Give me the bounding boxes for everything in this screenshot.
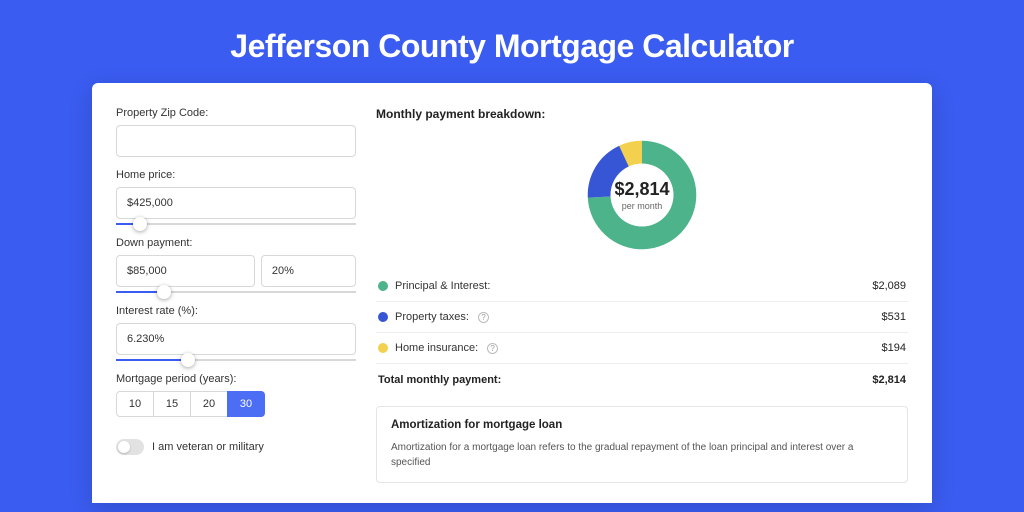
legend-value: $531 [882,311,906,323]
amortization-text: Amortization for a mortgage loan refers … [391,441,893,470]
amortization-card: Amortization for mortgage loan Amortizat… [376,406,908,483]
legend-row: Home insurance:? $194 [376,333,908,364]
down-payment-input[interactable] [116,255,255,287]
zip-label: Property Zip Code: [116,107,356,119]
form-panel: Property Zip Code: Home price: Down paym… [116,107,356,503]
interest-rate-label: Interest rate (%): [116,305,356,317]
slider-thumb[interactable] [157,285,171,299]
zip-input[interactable] [116,125,356,157]
down-payment-pct-input[interactable] [261,255,356,287]
total-label: Total monthly payment: [378,374,501,386]
slider-thumb[interactable] [181,353,195,367]
period-button-30[interactable]: 30 [227,391,265,417]
period-button-10[interactable]: 10 [116,391,154,417]
period-button-15[interactable]: 15 [153,391,191,417]
interest-rate-input[interactable] [116,323,356,355]
page-title: Jefferson County Mortgage Calculator [0,0,1024,83]
legend-label: Property taxes: [395,311,469,323]
home-price-label: Home price: [116,169,356,181]
legend-label: Home insurance: [395,342,478,354]
period-selector: 10152030 [116,391,356,417]
veteran-label: I am veteran or military [152,441,264,453]
payment-donut-chart: $2,814 per month [582,135,702,255]
legend-dot [378,312,388,322]
breakdown-title: Monthly payment breakdown: [376,107,908,121]
veteran-toggle[interactable] [116,439,144,455]
legend-label: Principal & Interest: [395,280,490,292]
down-payment-label: Down payment: [116,237,356,249]
period-button-20[interactable]: 20 [190,391,228,417]
help-icon[interactable]: ? [478,312,489,323]
home-price-input[interactable] [116,187,356,219]
donut-sub: per month [622,201,663,211]
legend-value: $194 [882,342,906,354]
total-value: $2,814 [872,374,906,386]
donut-amount: $2,814 [614,179,669,200]
calculator-card: Property Zip Code: Home price: Down paym… [92,83,932,503]
down-payment-slider[interactable] [116,291,356,293]
interest-rate-slider[interactable] [116,359,356,361]
legend-value: $2,089 [872,280,906,292]
legend-dot [378,343,388,353]
legend-dot [378,281,388,291]
slider-thumb[interactable] [133,217,147,231]
legend-row: Property taxes:? $531 [376,302,908,333]
amortization-title: Amortization for mortgage loan [391,419,893,431]
legend-row: Principal & Interest: $2,089 [376,271,908,302]
period-label: Mortgage period (years): [116,373,356,385]
help-icon[interactable]: ? [487,343,498,354]
breakdown-panel: Monthly payment breakdown: $2,814 per mo… [376,107,908,503]
home-price-slider[interactable] [116,223,356,225]
